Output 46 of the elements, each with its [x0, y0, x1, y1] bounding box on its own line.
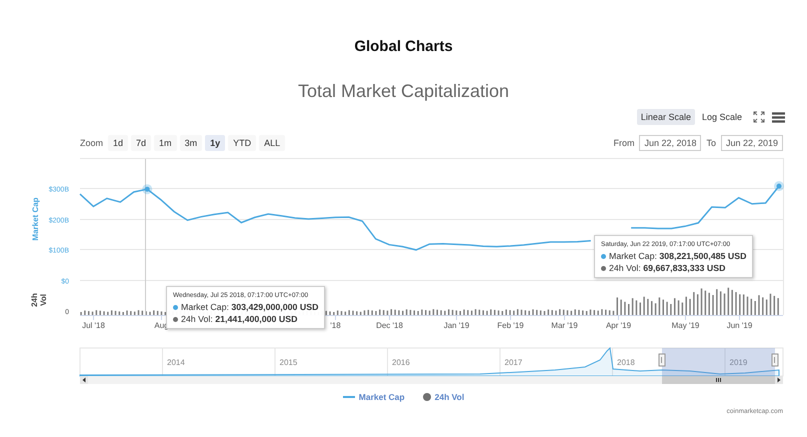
zoom-button[interactable]: 3m	[180, 135, 202, 151]
axis-label: Feb '19	[497, 321, 524, 330]
navigator-year-label: 2015	[280, 358, 298, 367]
axis-label: Dec '18	[376, 321, 403, 330]
axis-title: 24h Vol	[30, 293, 48, 307]
axis-label: Apr '19	[606, 321, 632, 330]
legend-item[interactable]: Market Cap	[358, 392, 405, 402]
zoom-button[interactable]: 7d	[131, 135, 152, 151]
navigator-handle[interactable]	[658, 354, 666, 366]
zoom-label: Zoom	[80, 138, 104, 148]
tooltip-value: 24h Vol: 21,441,400,000 USD	[181, 313, 298, 325]
axis-label: '18	[330, 321, 341, 330]
hover-marker	[142, 184, 152, 194]
navigator-range-selection[interactable]	[662, 348, 775, 376]
zoom-button[interactable]: 1m	[154, 135, 177, 151]
zoom-button[interactable]: ALL	[259, 135, 286, 151]
zoom-button[interactable]: 1d	[108, 135, 128, 151]
scrollbar[interactable]	[80, 376, 783, 384]
navigator-year-label: 2016	[392, 358, 410, 367]
navigator-handle[interactable]	[772, 354, 778, 366]
from-date-field[interactable]: Jun 22, 2018	[639, 135, 702, 151]
navigator-year-label: 2014	[167, 358, 185, 367]
scale-button[interactable]: Linear Scale	[636, 109, 695, 125]
chart-title: Total Market Capitalization	[296, 80, 510, 102]
tooltip-value: Market Cap: 303,429,000,000 USD	[181, 301, 318, 313]
zoom-button[interactable]: YTD	[228, 135, 256, 151]
menu-icon[interactable]	[772, 112, 785, 122]
from-label: From	[613, 138, 634, 148]
zoom-button[interactable]: 1y	[205, 135, 226, 151]
to-label: To	[706, 138, 716, 148]
tooltip-value: 24h Vol: 69,667,833,333 USD	[609, 262, 726, 274]
page-title: Global Charts	[353, 37, 454, 56]
axis-label: May '19	[672, 321, 700, 330]
hover-marker	[774, 181, 784, 192]
legend-item[interactable]: 24h Vol	[434, 392, 464, 402]
axis-label: Jan '19	[444, 321, 470, 330]
fullscreen-icon[interactable]	[753, 111, 765, 123]
navigator-year-label: 2018	[617, 358, 635, 367]
axis-label: Jun '19	[726, 321, 752, 330]
to-date-field[interactable]: Jun 22, 2019	[721, 135, 783, 151]
navigator-year-label: 2017	[504, 358, 522, 367]
axis-title: Market Cap	[31, 197, 40, 241]
tooltip-value: Market Cap: 308,221,500,485 USD	[609, 250, 746, 262]
axis-label: Mar '19	[551, 321, 578, 330]
axis-label: Jul '18	[82, 321, 105, 330]
navigator-year-label: 2019	[730, 358, 748, 367]
